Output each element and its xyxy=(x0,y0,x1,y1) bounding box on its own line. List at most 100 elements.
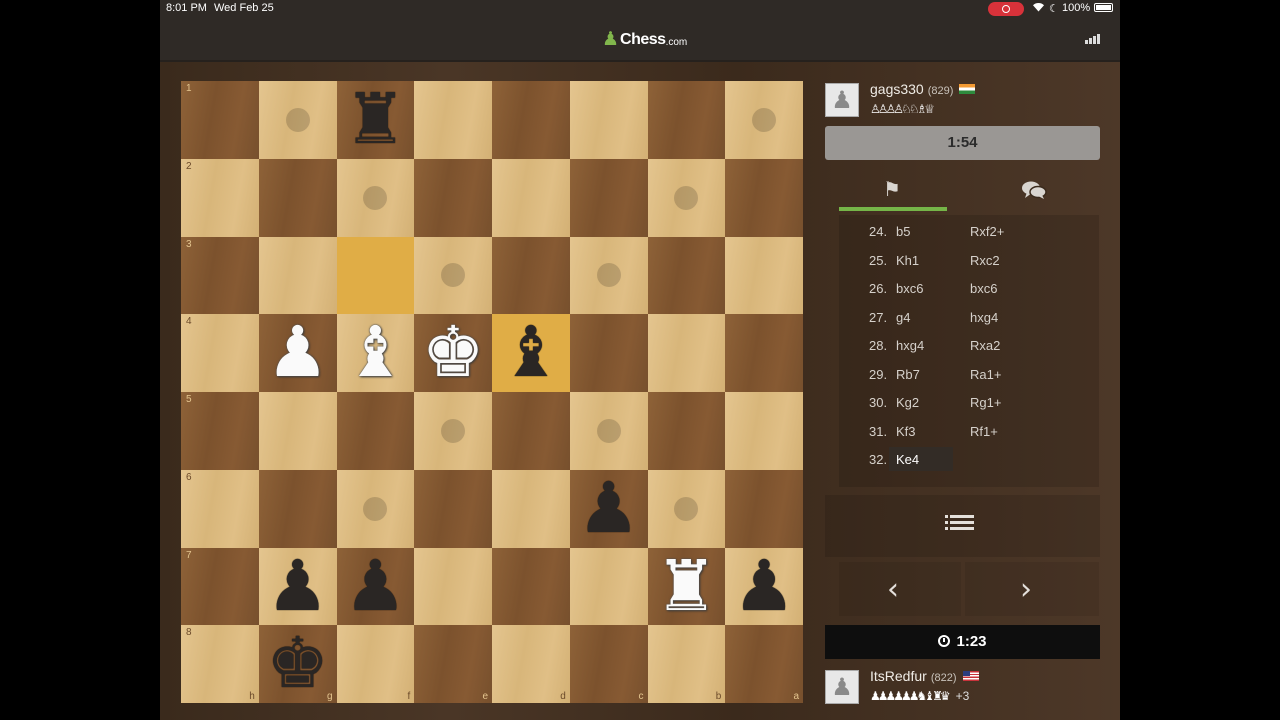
square-h1[interactable]: 1 xyxy=(181,81,259,159)
white-move[interactable]: Kf3 xyxy=(896,424,916,439)
move-hint-dot[interactable] xyxy=(363,185,388,210)
white-pawn-piece[interactable]: ♟ xyxy=(259,314,337,392)
square-b4[interactable] xyxy=(647,314,726,392)
square-a6[interactable] xyxy=(725,469,803,548)
move-hint-dot[interactable] xyxy=(596,263,621,288)
black-pawn-piece[interactable]: ♟ xyxy=(725,548,803,626)
square-d8[interactable]: d xyxy=(492,625,570,703)
square-b3[interactable] xyxy=(647,236,726,315)
square-b2[interactable] xyxy=(647,158,726,237)
square-f1[interactable]: ♜ xyxy=(336,81,415,159)
square-h8[interactable]: 8h xyxy=(181,625,259,703)
move-hint-dot[interactable] xyxy=(596,418,621,443)
square-f6[interactable] xyxy=(336,469,415,548)
square-b8[interactable]: b xyxy=(647,625,726,703)
tab-moves[interactable]: ⚑ xyxy=(839,171,947,211)
previous-move-button[interactable]: ‹ xyxy=(839,562,961,616)
white-rook-piece[interactable]: ♜ xyxy=(648,548,726,626)
screen-recording-icon[interactable] xyxy=(988,2,1024,16)
black-move[interactable]: Rxa2 xyxy=(970,338,1000,353)
square-f8[interactable]: f xyxy=(336,625,415,703)
square-c8[interactable]: c xyxy=(569,625,648,703)
square-c3[interactable] xyxy=(569,236,648,315)
black-pawn-piece[interactable]: ♟ xyxy=(259,548,337,626)
square-d5[interactable] xyxy=(492,392,570,470)
white-king-piece[interactable]: ♚ xyxy=(414,314,492,392)
avatar[interactable]: ♟ xyxy=(825,670,859,704)
black-move[interactable]: Rf1+ xyxy=(970,424,998,439)
square-e7[interactable] xyxy=(414,547,492,626)
black-pawn-piece[interactable]: ♟ xyxy=(570,470,648,548)
square-g1[interactable] xyxy=(258,81,337,159)
square-g7[interactable]: ♟ xyxy=(258,547,337,626)
square-e6[interactable] xyxy=(414,469,492,548)
square-h7[interactable]: 7 xyxy=(181,547,259,626)
black-bishop-piece[interactable]: ♝ xyxy=(492,314,570,392)
avatar[interactable]: ♟ xyxy=(825,83,859,117)
square-d6[interactable] xyxy=(492,469,570,548)
player-name[interactable]: ItsRedfur xyxy=(870,668,927,684)
square-a3[interactable] xyxy=(725,236,803,315)
square-c2[interactable] xyxy=(569,158,648,237)
move-hint-dot[interactable] xyxy=(441,263,466,288)
square-f4[interactable]: ♝ xyxy=(336,314,415,392)
black-move[interactable]: bxc6 xyxy=(970,281,997,296)
white-move[interactable]: bxc6 xyxy=(896,281,923,296)
square-b6[interactable] xyxy=(647,469,726,548)
square-b5[interactable] xyxy=(647,392,726,470)
square-c4[interactable] xyxy=(569,314,648,392)
square-e1[interactable] xyxy=(414,81,492,159)
black-move[interactable]: hxg4 xyxy=(970,310,998,325)
square-d1[interactable] xyxy=(492,81,570,159)
square-c6[interactable]: ♟ xyxy=(569,469,648,548)
square-e3[interactable] xyxy=(414,236,492,315)
white-move[interactable]: hxg4 xyxy=(896,338,924,353)
chess-board[interactable]: 1 ♜ 2 3 4 ♟ ♝ ♚ ♝ 5 6 ♟ 7 ♟ ♟ ♜ ♟ 8 h g ♚ f e d c b a xyxy=(181,81,803,703)
square-g5[interactable] xyxy=(258,392,337,470)
square-f7[interactable]: ♟ xyxy=(336,547,415,626)
square-d4[interactable]: ♝ xyxy=(492,314,570,392)
square-g4[interactable]: ♟ xyxy=(258,314,337,392)
square-g3[interactable] xyxy=(258,236,337,315)
next-move-button[interactable]: › xyxy=(965,562,1099,616)
black-move[interactable]: Rg1+ xyxy=(970,395,1001,410)
white-move[interactable]: Rb7 xyxy=(896,367,920,382)
square-a8[interactable]: a xyxy=(725,625,803,703)
square-h5[interactable]: 5 xyxy=(181,392,259,470)
square-e4[interactable]: ♚ xyxy=(414,314,492,392)
move-hint-dot[interactable] xyxy=(674,185,699,210)
white-move[interactable]: g4 xyxy=(896,310,910,325)
square-g8[interactable]: g ♚ xyxy=(258,625,337,703)
square-a7[interactable]: ♟ xyxy=(725,547,803,626)
square-d3[interactable] xyxy=(492,236,570,315)
square-d2[interactable] xyxy=(492,158,570,237)
white-move[interactable]: Ke4 xyxy=(896,452,919,467)
square-e2[interactable] xyxy=(414,158,492,237)
square-h4[interactable]: 4 xyxy=(181,314,259,392)
move-hint-dot[interactable] xyxy=(363,496,388,521)
square-a5[interactable] xyxy=(725,392,803,470)
square-a1[interactable] xyxy=(725,81,803,159)
square-d7[interactable] xyxy=(492,547,570,626)
connection-strength-icon[interactable] xyxy=(1085,34,1100,44)
move-hint-dot[interactable] xyxy=(674,496,699,521)
black-move[interactable]: Ra1+ xyxy=(970,367,1001,382)
tab-chat[interactable] xyxy=(961,171,1099,211)
black-move[interactable]: Rxc2 xyxy=(970,253,1000,268)
square-c5[interactable] xyxy=(569,392,648,470)
move-hint-dot[interactable] xyxy=(752,107,777,132)
square-a4[interactable] xyxy=(725,314,803,392)
white-bishop-piece[interactable]: ♝ xyxy=(337,314,415,392)
square-f5[interactable] xyxy=(336,392,415,470)
square-f3[interactable] xyxy=(336,236,415,315)
square-h3[interactable]: 3 xyxy=(181,236,259,315)
move-list-toggle-button[interactable] xyxy=(825,495,1100,557)
white-move[interactable]: Kg2 xyxy=(896,395,919,410)
square-b7[interactable]: ♜ xyxy=(647,547,726,626)
player-name[interactable]: gags330 xyxy=(870,81,924,97)
square-c7[interactable] xyxy=(569,547,648,626)
square-b1[interactable] xyxy=(647,81,726,159)
square-g6[interactable] xyxy=(258,469,337,548)
black-king-piece[interactable]: ♚ xyxy=(259,625,337,703)
square-e8[interactable]: e xyxy=(414,625,492,703)
